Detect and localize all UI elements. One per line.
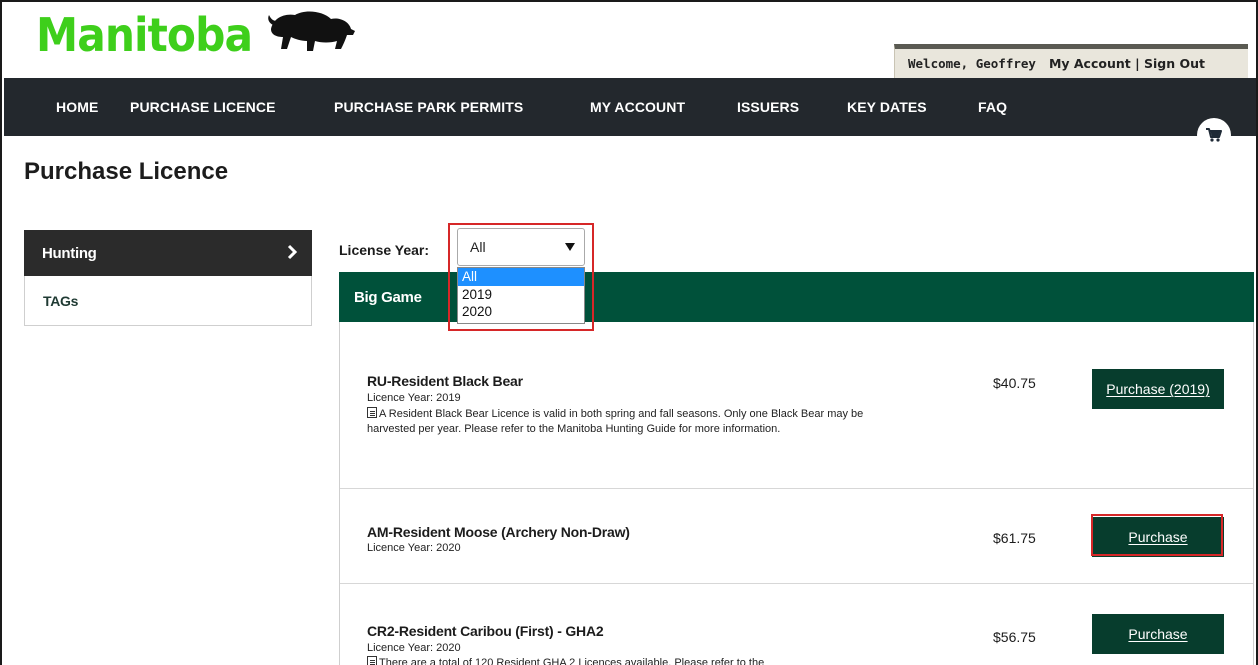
licence-description: There are a total of 120 Resident GHA 2 … — [367, 656, 887, 665]
nav-issuers[interactable]: ISSUERS — [737, 78, 799, 136]
sidebar-item-hunting[interactable]: Hunting — [24, 230, 312, 276]
licence-price: $61.75 — [993, 530, 1036, 546]
cart-button[interactable] — [1197, 118, 1231, 152]
licence-year: Licence Year: 2019 — [367, 392, 461, 404]
licence-item: RU-Resident Black Bear Licence Year: 201… — [340, 322, 1253, 489]
document-icon — [367, 407, 377, 418]
sidebar-item-tags[interactable]: TAGs — [24, 276, 312, 326]
licence-item: CR2-Resident Caribou (First) - GHA2 Lice… — [340, 584, 1253, 665]
cart-icon — [1206, 128, 1222, 142]
chevron-right-icon — [287, 244, 298, 260]
sidebar: Hunting TAGs — [24, 230, 312, 326]
manitoba-logo[interactable]: Manitoba — [36, 7, 361, 63]
document-icon — [367, 656, 377, 665]
bison-icon — [268, 11, 355, 51]
nav-home[interactable]: HOME — [56, 78, 98, 136]
nav-key-dates[interactable]: KEY DATES — [847, 78, 927, 136]
browser-frame: Manitoba Welcome, Geoffrey My Account | … — [0, 0, 1258, 665]
sidebar-item-label: TAGs — [43, 292, 79, 309]
account-tab: Welcome, Geoffrey My Account | Sign Out — [894, 44, 1248, 78]
welcome-text: Welcome, Geoffrey — [908, 56, 1036, 71]
main-nav: HOME PURCHASE LICENCE PURCHASE PARK PERM… — [4, 78, 1256, 136]
logo-text: Manitoba — [36, 8, 253, 62]
licence-price: $56.75 — [993, 629, 1036, 645]
purchase-button[interactable]: Purchase — [1092, 614, 1224, 654]
sidebar-item-label: Hunting — [42, 244, 97, 262]
licence-title: CR2-Resident Caribou (First) - GHA2 — [367, 623, 604, 639]
licence-price: $40.75 — [993, 375, 1036, 391]
license-year-label: License Year: — [339, 242, 430, 258]
purchase-button[interactable]: Purchase (2019) — [1092, 369, 1224, 409]
licence-title: AM-Resident Moose (Archery Non-Draw) — [367, 524, 630, 540]
nav-purchase-park-permits[interactable]: PURCHASE PARK PERMITS — [334, 78, 523, 136]
account-links[interactable]: My Account | Sign Out — [1049, 56, 1205, 71]
licence-description-text: A Resident Black Bear Licence is valid i… — [367, 408, 864, 435]
highlight-box-select — [448, 223, 594, 331]
licence-year: Licence Year: 2020 — [367, 542, 461, 554]
section-title: Big Game — [354, 289, 422, 306]
page-title: Purchase Licence — [24, 158, 229, 185]
licence-list: RU-Resident Black Bear Licence Year: 201… — [339, 322, 1254, 665]
licence-title: RU-Resident Black Bear — [367, 373, 523, 389]
licence-year: Licence Year: 2020 — [367, 642, 461, 654]
licence-description-text: There are a total of 120 Resident GHA 2 … — [379, 657, 765, 665]
highlight-box-purchase — [1091, 514, 1223, 556]
nav-faq[interactable]: FAQ — [978, 78, 1007, 136]
licence-description: A Resident Black Bear Licence is valid i… — [367, 407, 867, 437]
nav-my-account[interactable]: MY ACCOUNT — [590, 78, 685, 136]
nav-purchase-licence[interactable]: PURCHASE LICENCE — [130, 78, 276, 136]
